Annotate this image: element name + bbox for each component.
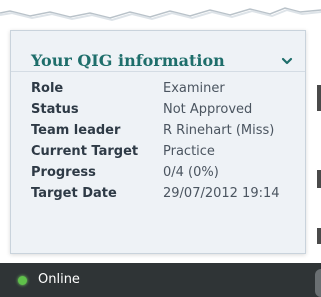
info-label: Role [31,81,64,96]
status-label[interactable]: Online [38,272,80,287]
status-bar-edge [315,269,321,297]
info-row-current-target: Current Target Practice [11,142,305,163]
info-value: 29/07/2012 19:14 [163,186,280,201]
panel-header[interactable]: Your QIG information [11,31,305,72]
info-row-progress: Progress 0/4 (0%) [11,163,305,184]
info-row-status: Status Not Approved [11,100,305,121]
info-label: Target Date [31,186,117,201]
info-row-target-date: Target Date 29/07/2012 19:14 [11,184,305,205]
info-label: Status [31,102,79,117]
info-value: Practice [163,144,215,159]
info-label: Team leader [31,123,121,138]
info-value: Not Approved [163,102,253,117]
info-list: Role Examiner Status Not Approved Team l… [11,79,305,205]
info-label: Current Target [31,144,139,159]
chevron-down-icon[interactable] [279,53,295,69]
info-value: 0/4 (0%) [163,165,219,180]
info-value: Examiner [163,81,225,96]
info-row-role: Role Examiner [11,79,305,100]
panel-title: Your QIG information [31,51,225,70]
info-label: Progress [31,165,96,180]
info-row-team-leader: Team leader R Rinehart (Miss) [11,121,305,142]
status-bar: Online [0,263,321,297]
right-edge-strip [309,30,321,263]
torn-edge-decoration [0,0,321,22]
info-value: R Rinehart (Miss) [163,123,275,138]
online-indicator-icon [18,276,27,285]
qig-information-panel: Your QIG information Role Examiner Statu… [10,30,306,254]
